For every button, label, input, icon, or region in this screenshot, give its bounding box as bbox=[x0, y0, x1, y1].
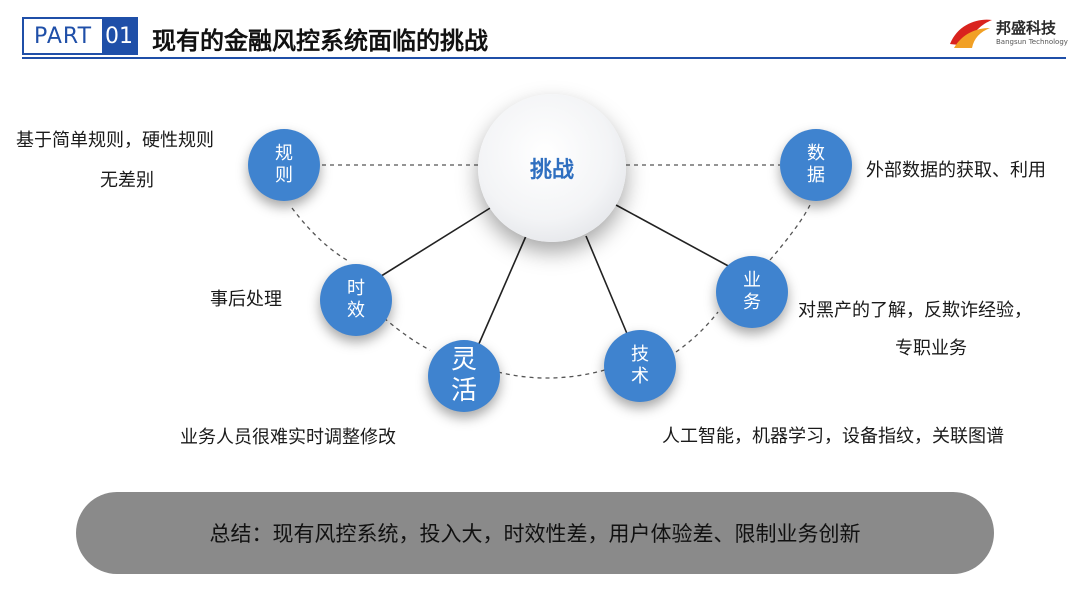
line-center-tech bbox=[585, 235, 629, 337]
node-data: 数据 bbox=[780, 129, 852, 201]
note-tech: 人工智能，机器学习，设备指纹，关联图谱 bbox=[662, 426, 1004, 447]
line-center-flexible bbox=[477, 235, 527, 347]
connector-business-data bbox=[769, 204, 811, 261]
node-rules: 规则 bbox=[248, 129, 320, 201]
line-center-timeliness bbox=[377, 204, 496, 279]
summary-text: 总结：现有风控系统，投入大，时效性差，用户体验差、限制业务创新 bbox=[209, 522, 861, 546]
connector-rules-timeliness bbox=[291, 207, 351, 263]
note-data: 外部数据的获取、利用 bbox=[866, 160, 1046, 181]
note-flexible: 业务人员很难实时调整修改 bbox=[180, 427, 396, 448]
node-flexible-label: 灵活 bbox=[450, 344, 477, 406]
node-tech: 技术 bbox=[604, 330, 676, 402]
line-center-business bbox=[615, 204, 733, 269]
node-business: 业务 bbox=[716, 256, 788, 328]
node-timeliness: 时效 bbox=[320, 264, 392, 336]
node-rules-label: 规则 bbox=[275, 143, 293, 186]
center-label: 挑战 bbox=[529, 158, 574, 183]
note-business-2: 专职业务 bbox=[895, 338, 967, 359]
center-node-challenge: 挑战 bbox=[478, 94, 626, 242]
node-flexible: 灵活 bbox=[428, 340, 500, 412]
node-timeliness-label: 时效 bbox=[347, 278, 365, 321]
node-data-label: 数据 bbox=[807, 143, 825, 186]
note-timeliness: 事后处理 bbox=[210, 289, 282, 310]
note-rules-1: 基于简单规则，硬性规则 bbox=[16, 130, 214, 151]
note-business-1: 对黑产的了解，反欺诈经验， bbox=[798, 300, 1032, 321]
connector-timeliness-flexible bbox=[383, 317, 431, 351]
summary-banner: 总结：现有风控系统，投入大，时效性差，用户体验差、限制业务创新 bbox=[76, 492, 994, 574]
connector-flexible-tech bbox=[497, 369, 606, 379]
note-rules-2: 无差别 bbox=[100, 170, 154, 191]
node-tech-label: 技术 bbox=[631, 344, 649, 387]
connector-tech-business bbox=[675, 311, 719, 353]
node-business-label: 业务 bbox=[743, 270, 761, 313]
